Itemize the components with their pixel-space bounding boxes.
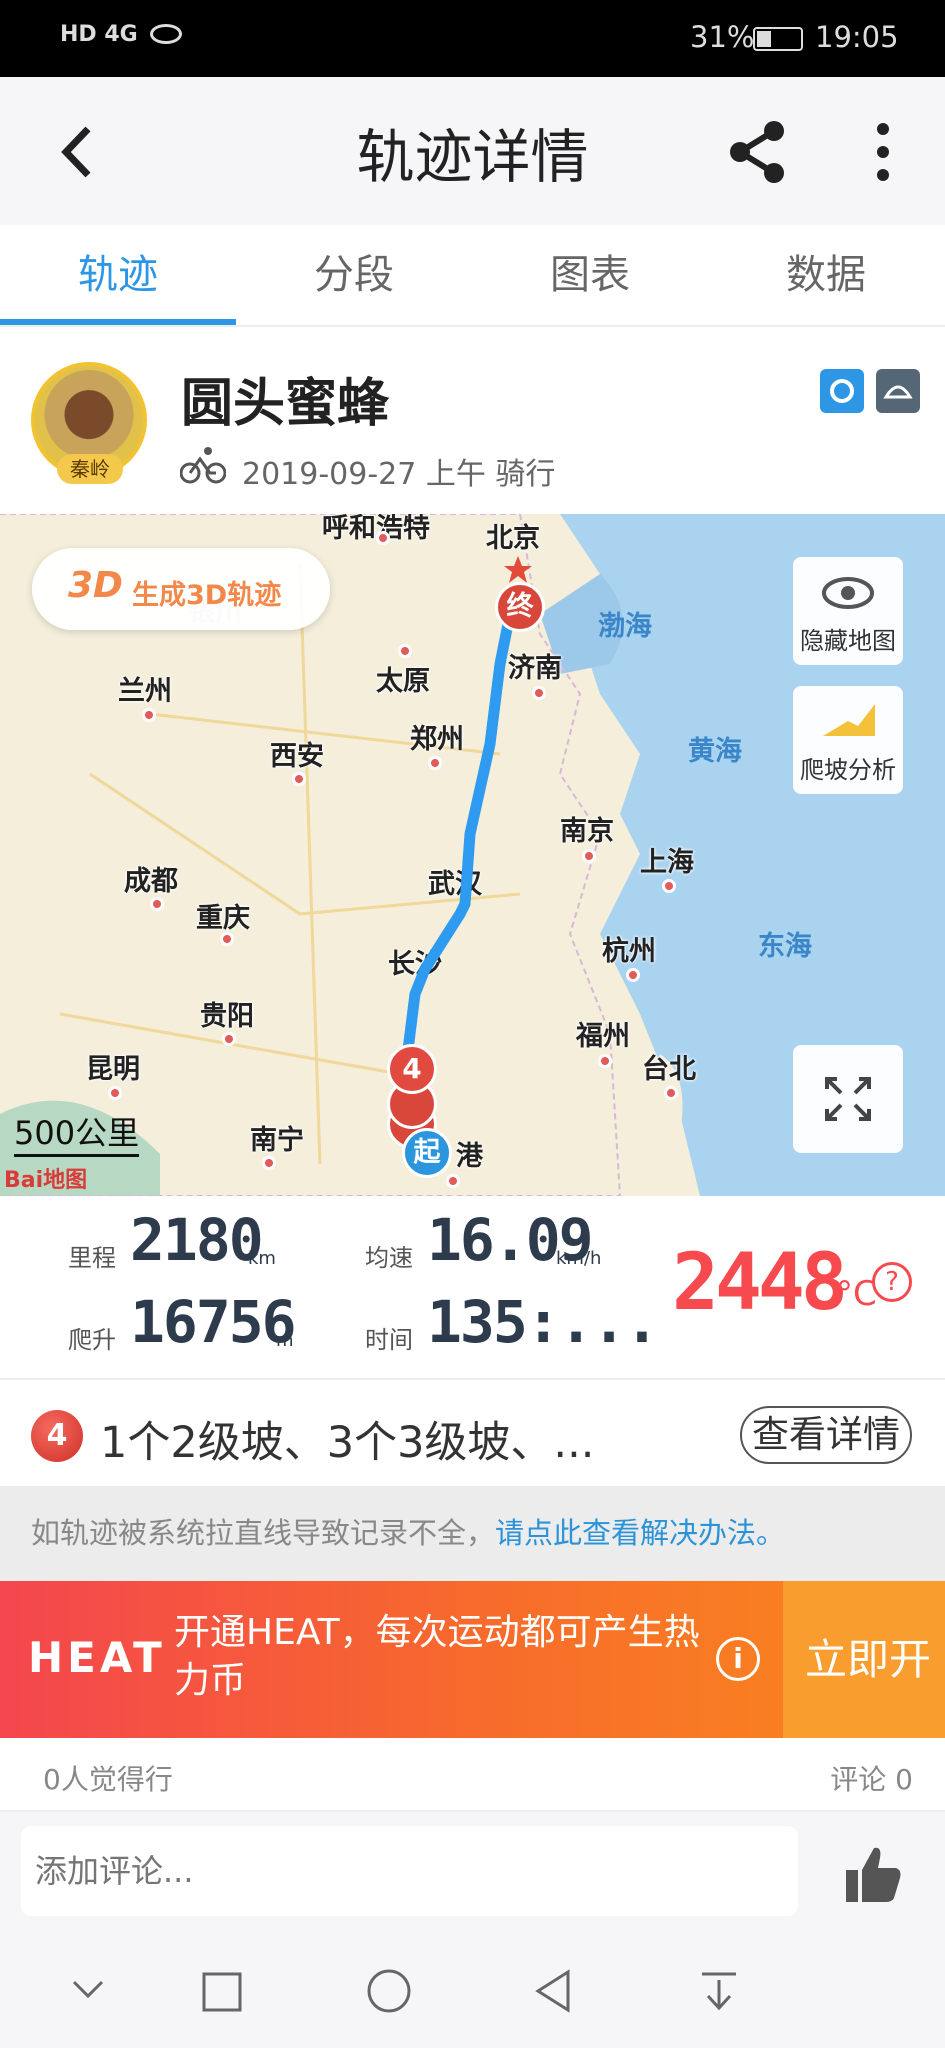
tab-charts[interactable]: 图表 bbox=[472, 225, 708, 325]
fullscreen-button[interactable] bbox=[793, 1045, 903, 1153]
heat-value: 2448 bbox=[672, 1238, 848, 1328]
hide-map-label: 隐藏地图 bbox=[800, 627, 896, 655]
segment-marker[interactable]: 4 bbox=[387, 1044, 437, 1094]
device-badge-icon[interactable] bbox=[876, 369, 920, 413]
tab-track[interactable]: 轨迹 bbox=[0, 225, 236, 325]
3d-icon: 3D bbox=[68, 565, 123, 606]
notice-text: 如轨迹被系统拉直线导致记录不全， bbox=[31, 1516, 496, 1550]
likes-count[interactable]: 0人觉得行 bbox=[43, 1758, 173, 1798]
battery-icon bbox=[753, 27, 803, 51]
status-bar: HD 4G 31% 19:05 bbox=[0, 0, 945, 77]
generate-3d-button[interactable]: 3D 生成3D轨迹 bbox=[32, 548, 330, 630]
tab-segments[interactable]: 分段 bbox=[236, 225, 472, 325]
stats-panel: 里程 2180 km 均速 16.09 km/h 爬升 16756 m 时间 1… bbox=[0, 1196, 945, 1380]
route-map[interactable]: 呼和浩特 银川 北京 济南 太原 郑州 西安 兰州 南京 上海 武汉 成都 重庆… bbox=[0, 514, 945, 1196]
back-icon[interactable] bbox=[530, 1968, 576, 2014]
share-button[interactable] bbox=[722, 117, 792, 187]
speed-label: 均速 bbox=[365, 1244, 413, 1272]
thumbs-up-icon[interactable] bbox=[838, 1840, 906, 1908]
comment-bar bbox=[0, 1810, 945, 1934]
avatar-badge: 秦岭 bbox=[57, 454, 123, 484]
activate-heat-button[interactable]: 立即开 bbox=[783, 1581, 945, 1738]
eye-icon bbox=[150, 24, 182, 44]
climb-chart-icon bbox=[823, 704, 875, 736]
clock: 19:05 bbox=[815, 20, 899, 54]
home-icon[interactable] bbox=[366, 1968, 412, 2014]
time-value: 135:... bbox=[427, 1288, 659, 1356]
avatar[interactable]: 秦岭 bbox=[31, 362, 147, 484]
climb-analysis-label: 爬坡分析 bbox=[800, 756, 896, 784]
more-vertical-icon bbox=[877, 123, 889, 181]
comments-count[interactable]: 评论 0 bbox=[830, 1758, 913, 1798]
climb-analysis-button[interactable]: 爬坡分析 bbox=[793, 686, 903, 794]
generate-3d-label: 生成3D轨迹 bbox=[132, 580, 282, 611]
tab-indicator bbox=[0, 319, 236, 325]
start-marker[interactable]: 起 bbox=[402, 1128, 452, 1178]
more-button[interactable] bbox=[865, 117, 905, 187]
heat-promo-text: 开通HEAT，每次运动都可产生热力币 bbox=[174, 1612, 700, 1701]
time-label: 时间 bbox=[365, 1326, 413, 1354]
expand-icon bbox=[825, 1077, 871, 1121]
hide-map-button[interactable]: 隐藏地图 bbox=[793, 557, 903, 665]
system-nav-bar bbox=[0, 1934, 945, 2048]
tab-data[interactable]: 数据 bbox=[708, 225, 944, 325]
star-icon bbox=[504, 556, 532, 583]
help-icon[interactable]: ? bbox=[872, 1262, 912, 1302]
collapse-icon[interactable] bbox=[68, 1974, 108, 2004]
distance-unit: km bbox=[248, 1248, 276, 1269]
notice-link[interactable]: 请点此查看解决办法。 bbox=[495, 1516, 785, 1550]
heat-unit: °C bbox=[836, 1274, 877, 1314]
end-marker[interactable]: 终 bbox=[495, 582, 545, 632]
heat-banner[interactable]: HEAT 开通HEAT，每次运动都可产生热力币 i 立即开 bbox=[0, 1581, 945, 1738]
page-title: 轨迹详情 bbox=[356, 123, 589, 191]
sync-badge-icon[interactable] bbox=[820, 369, 864, 413]
baidu-map-logo: Bai地图 bbox=[4, 1168, 88, 1193]
heat-logo: HEAT bbox=[28, 1633, 166, 1682]
likes-row: 0人觉得行 评论 0 bbox=[0, 1738, 945, 1810]
activity-meta: 2019-09-27 上午 骑行 bbox=[242, 457, 556, 492]
distance-label: 里程 bbox=[68, 1244, 116, 1272]
distance-value: 2180 bbox=[130, 1206, 264, 1274]
bicycle-icon bbox=[180, 447, 226, 484]
climb-summary: 4 1个2级坡、3个3级坡、... 查看详情 bbox=[0, 1382, 945, 1486]
share-icon bbox=[730, 121, 784, 183]
comment-input[interactable] bbox=[21, 1826, 798, 1916]
notice-bar: 如轨迹被系统拉直线导致记录不全，请点此查看解决办法。 bbox=[0, 1486, 945, 1581]
title-bar: 轨迹详情 bbox=[0, 77, 945, 225]
climb-unit: m bbox=[276, 1330, 294, 1351]
eye-icon bbox=[822, 577, 874, 609]
recent-apps-icon[interactable] bbox=[200, 1970, 244, 2014]
tab-bar: 轨迹 分段 图表 数据 bbox=[0, 225, 945, 327]
climb-label: 爬升 bbox=[68, 1326, 116, 1354]
climb-value: 16756 bbox=[130, 1288, 297, 1356]
notification-pull-icon[interactable] bbox=[696, 1968, 742, 2014]
climb-summary-text: 1个2级坡、3个3级坡、... bbox=[100, 1418, 595, 1468]
network-indicator: HD 4G bbox=[60, 22, 138, 47]
user-name[interactable]: 圆头蜜蜂 bbox=[181, 361, 389, 436]
climb-count-badge: 4 bbox=[31, 1410, 83, 1462]
view-details-button[interactable]: 查看详情 bbox=[740, 1406, 912, 1464]
profile-header: 秦岭 圆头蜜蜂 2019-09-27 上午 骑行 bbox=[0, 327, 945, 514]
map-scale: 500公里 bbox=[14, 1108, 140, 1157]
info-icon[interactable]: i bbox=[716, 1637, 760, 1681]
battery-percent: 31% bbox=[690, 20, 755, 54]
speed-unit: km/h bbox=[556, 1248, 602, 1269]
